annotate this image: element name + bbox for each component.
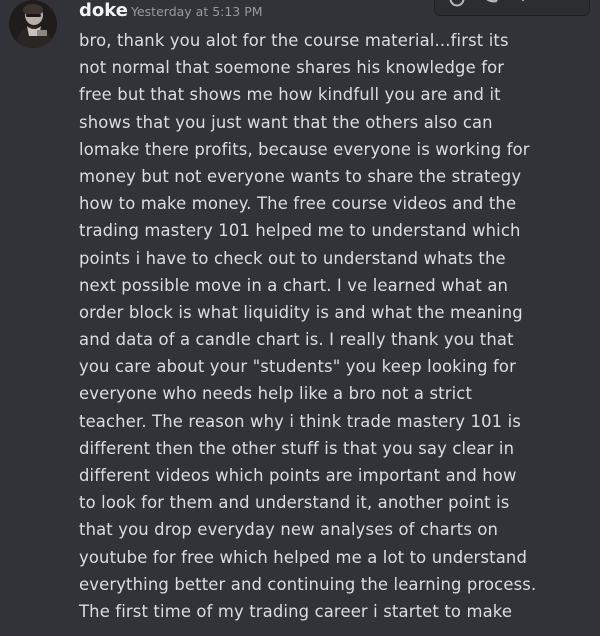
message-view: doke Yesterday at 5:13 PM bro, thank you… <box>0 0 600 636</box>
add-reaction-icon[interactable] <box>447 0 469 11</box>
message-line: how to make money. The free course video… <box>79 194 517 214</box>
message-line: that you drop everyday new analyses of c… <box>79 520 499 540</box>
message-content: bro, thank you alot for the course mater… <box>79 27 595 625</box>
avatar[interactable] <box>9 0 57 48</box>
message-hover-toolbar <box>434 0 590 16</box>
avatar-image <box>9 0 57 48</box>
message-line: order block is what liquidity is and wha… <box>79 302 523 322</box>
message-line: teacher. The reason why i think trade ma… <box>79 411 521 431</box>
more-icon[interactable] <box>513 0 535 11</box>
reply-icon[interactable] <box>481 0 503 11</box>
message-timestamp: Yesterday at 5:13 PM <box>131 4 263 19</box>
message-line: next possible move in a chart. I ve lear… <box>79 275 509 295</box>
message-line: everyone who needs help like a bro not a… <box>79 384 473 404</box>
message-line: trading mastery 101 helped me to underst… <box>79 221 521 241</box>
message-line: The first time of my trading career i st… <box>79 601 513 621</box>
message-line: to look for them and understand it, anot… <box>79 493 510 513</box>
message-line: everything better and continuing the lea… <box>79 574 537 594</box>
message-line: money but not everyone wants to share th… <box>79 166 522 186</box>
message-line: shows that you just want that the others… <box>79 112 493 132</box>
message-line: points i have to check out to understand… <box>79 248 506 268</box>
message-line: different videos which points are import… <box>79 466 517 485</box>
message-author[interactable]: doke <box>79 0 128 23</box>
message-line: youtube for free which helped me a lot t… <box>79 547 527 567</box>
message-line: lomake there profits, because everyone i… <box>79 139 530 159</box>
message-line: not normal that soemone shares his knowl… <box>79 58 505 78</box>
message-line: bro, thank you alot for the course mater… <box>79 31 509 50</box>
message-line: different then the other stuff is that y… <box>79 438 515 458</box>
message-line: and data of a candle chart is. I really … <box>79 330 514 350</box>
message-line: free but that shows me how kindfull you … <box>79 85 501 105</box>
message-line: you care about your "students" you keep … <box>79 357 516 377</box>
